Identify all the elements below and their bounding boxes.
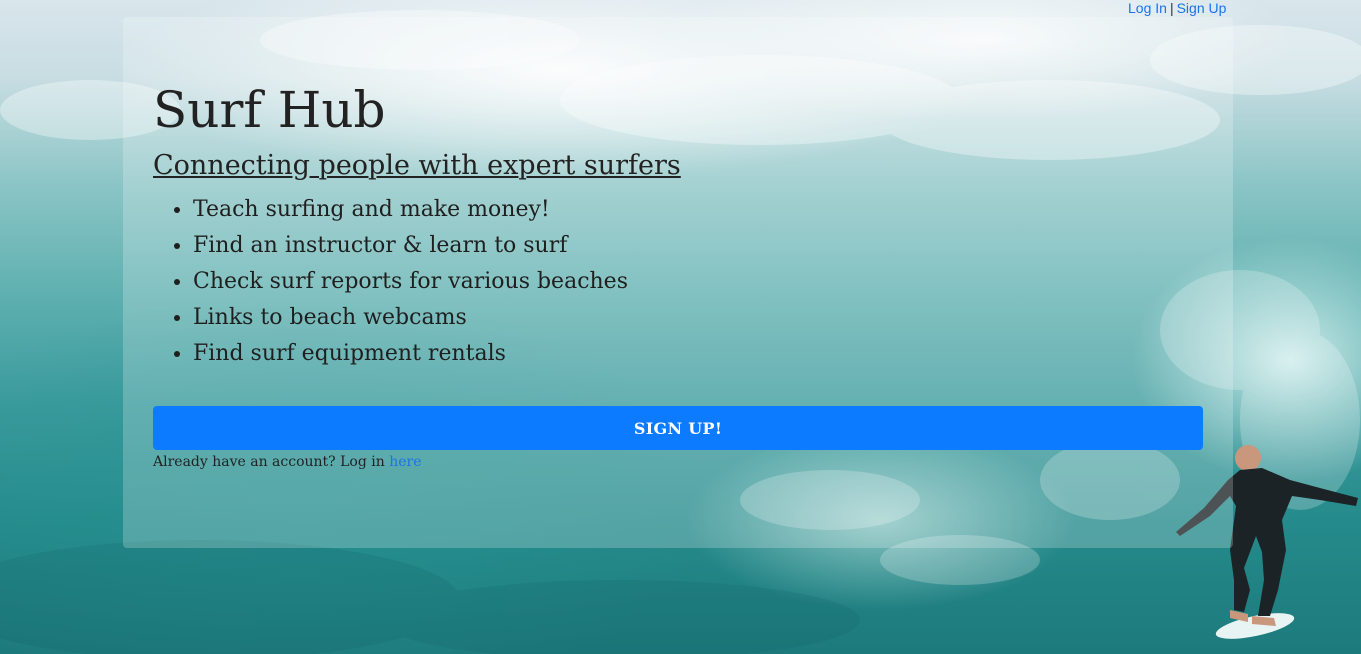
signup-button[interactable]: SIGN UP!	[153, 406, 1203, 450]
feature-item: Teach surfing and make money!	[193, 192, 628, 228]
feature-item: Links to beach webcams	[193, 300, 628, 336]
signup-link[interactable]: Sign Up	[1177, 0, 1227, 16]
feature-item: Find surf equipment rentals	[193, 336, 628, 372]
feature-item: Find an instructor & learn to surf	[193, 228, 628, 264]
login-here-link[interactable]: here	[389, 454, 421, 470]
page-title: Surf Hub	[153, 81, 386, 139]
hero-subtitle: Connecting people with expert surfers	[153, 150, 681, 181]
login-link[interactable]: Log In	[1128, 0, 1167, 16]
link-separator: |	[1169, 0, 1174, 16]
feature-list: Teach surfing and make money! Find an in…	[153, 192, 628, 372]
hero-card: Surf Hub Connecting people with expert s…	[123, 17, 1233, 548]
feature-item: Check surf reports for various beaches	[193, 264, 628, 300]
login-prompt: Already have an account? Log in here	[153, 454, 422, 470]
login-prompt-text: Already have an account? Log in	[153, 454, 385, 470]
header-auth-links: Log In | Sign Up	[1128, 0, 1226, 16]
